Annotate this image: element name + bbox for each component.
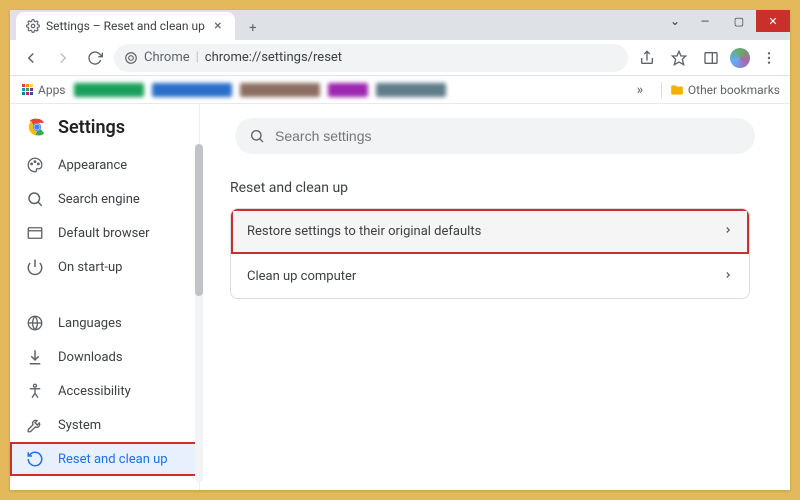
reset-icon [26,450,44,468]
forward-button[interactable] [50,45,76,71]
globe-icon [26,314,44,332]
accessibility-icon [26,382,44,400]
chevron-right-icon [723,223,733,239]
nav-label: Downloads [58,350,123,365]
chrome-logo-icon [26,116,48,138]
bookmark-item[interactable] [152,83,232,97]
settings-sidebar: Settings Appearance Search engine [10,104,200,490]
sidebar-scrollbar[interactable] [195,144,203,482]
new-tab-button[interactable]: + [241,16,265,40]
apps-shortcut[interactable]: Apps [20,83,66,97]
reload-button[interactable] [82,45,108,71]
search-icon [26,190,44,208]
sidebar-item-languages[interactable]: Languages [10,306,199,340]
nav-label: Accessibility [58,384,131,399]
sidebar-item-search-engine[interactable]: Search engine [10,182,199,216]
apps-icon [20,83,34,97]
nav-label: Search engine [58,192,140,207]
search-icon [249,128,265,144]
url-scheme: Chrome [144,50,190,65]
profile-avatar[interactable] [730,48,750,68]
bookmark-item[interactable] [328,83,368,97]
close-tab-icon[interactable]: × [211,19,225,33]
settings-card: Restore settings to their original defau… [230,208,750,299]
search-input[interactable] [275,128,741,144]
share-icon[interactable] [634,45,660,71]
nav-label: Languages [58,316,122,331]
browser-tab[interactable]: Settings – Reset and clean up × [16,12,235,40]
back-button[interactable] [18,45,44,71]
row-clean-up-computer[interactable]: Clean up computer [231,254,749,298]
bookmark-item[interactable] [74,83,144,97]
other-bookmarks[interactable]: Other bookmarks [670,83,780,97]
nav-list: Appearance Search engine Default browser [10,148,199,490]
star-icon[interactable] [666,45,692,71]
titlebar: Settings – Reset and clean up × + ⌄ — ▢ … [10,10,790,40]
url-separator: | [196,50,199,65]
minimize-button[interactable]: — [688,10,722,32]
divider [661,82,662,98]
apps-label: Apps [38,83,66,97]
section-title: Reset and clean up [230,180,760,196]
sidebar-item-system[interactable]: System [10,408,199,442]
sidebar-head: Settings [10,108,199,148]
gear-icon [26,19,40,33]
row-label: Restore settings to their original defau… [247,224,481,239]
sidebar-item-startup[interactable]: On start-up [10,250,199,284]
other-bookmarks-label: Other bookmarks [688,83,780,97]
power-icon [26,258,44,276]
sidebar-item-default-browser[interactable]: Default browser [10,216,199,250]
nav-label: Default browser [58,226,150,241]
settings-title: Settings [58,117,125,138]
menu-icon[interactable] [756,45,782,71]
palette-icon [26,156,44,174]
row-restore-defaults[interactable]: Restore settings to their original defau… [231,209,749,254]
folder-icon [670,83,684,97]
nav-label: Appearance [58,158,127,173]
browser-icon [26,224,44,242]
bookmark-item[interactable] [376,83,446,97]
window-controls: ⌄ — ▢ ✕ [662,10,790,32]
sidebar-item-downloads[interactable]: Downloads [10,340,199,374]
chrome-page-icon [124,51,138,65]
wrench-icon [26,416,44,434]
bookmark-item[interactable] [240,83,320,97]
sidebar-item-accessibility[interactable]: Accessibility [10,374,199,408]
main-panel: Reset and clean up Restore settings to t… [200,104,790,490]
settings-search[interactable] [235,118,755,154]
nav-label: Reset and clean up [58,452,168,467]
row-label: Clean up computer [247,269,356,284]
maximize-button[interactable]: ▢ [722,10,756,32]
toolbar: Chrome | chrome://settings/reset [10,40,790,76]
sidebar-item-appearance[interactable]: Appearance [10,148,199,182]
bookmarks-overflow[interactable]: » [627,77,653,103]
tab-overflow-button[interactable]: ⌄ [662,10,688,32]
tab-title: Settings – Reset and clean up [46,19,205,33]
bookmarks-bar: Apps » Other bookmarks [10,76,790,104]
nav-label: System [58,418,101,433]
address-bar[interactable]: Chrome | chrome://settings/reset [114,44,628,72]
sidebar-item-reset[interactable]: Reset and clean up [10,442,199,476]
close-window-button[interactable]: ✕ [756,10,790,32]
url-path: chrome://settings/reset [205,50,342,65]
nav-label: On start-up [58,260,122,275]
side-panel-icon[interactable] [698,45,724,71]
download-icon [26,348,44,366]
chevron-right-icon [723,268,733,284]
